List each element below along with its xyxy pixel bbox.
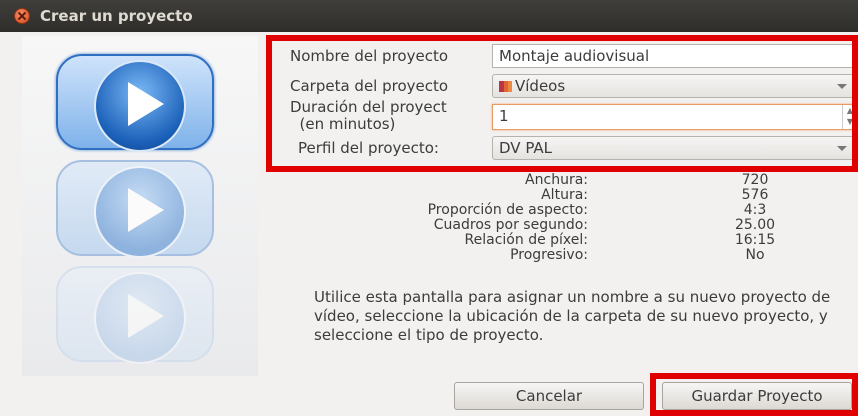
property-row: Altura: 576 xyxy=(541,187,769,203)
step-1-play-icon xyxy=(56,54,214,152)
highlight-save-box xyxy=(650,373,858,416)
step-3-play-icon xyxy=(56,266,214,364)
window-title: Crear un proyecto xyxy=(40,7,193,25)
highlight-form-box xyxy=(266,35,858,172)
property-row: Proporción de aspecto: 4:3 xyxy=(427,202,767,218)
cancel-button[interactable]: Cancelar xyxy=(454,382,644,410)
property-row: Progresivo: No xyxy=(510,247,765,263)
property-row: Relación de píxel: 16:15 xyxy=(464,232,776,248)
description-text: Utilice esta pantalla para asignar un no… xyxy=(314,288,831,344)
property-row: Anchura: 720 xyxy=(525,172,769,188)
title-bar: Crear un proyecto xyxy=(0,0,858,32)
property-row: Cuadros por segundo: 25.00 xyxy=(433,217,776,233)
close-icon[interactable] xyxy=(14,8,30,24)
step-2-play-icon xyxy=(56,160,214,258)
